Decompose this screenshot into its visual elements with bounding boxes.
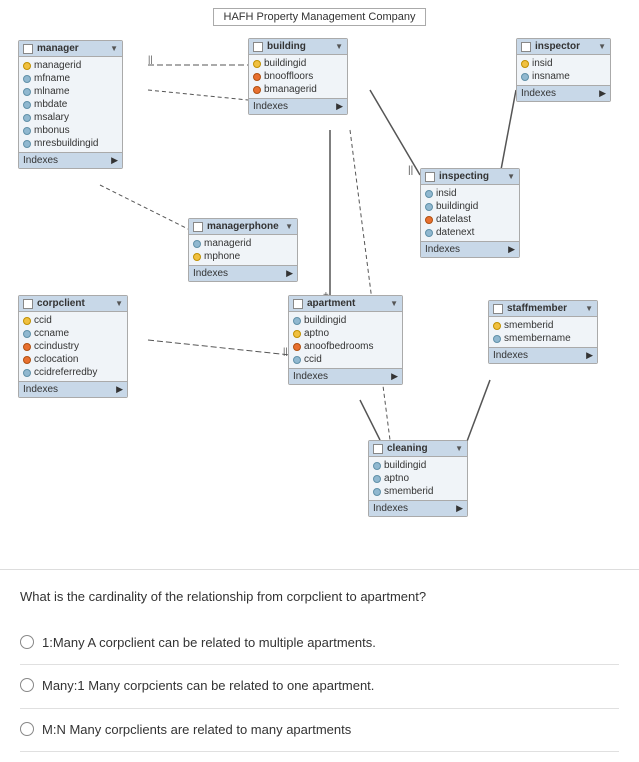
table-manager-footer: Indexes▶	[19, 152, 122, 168]
table-staffmember-label: staffmember	[507, 303, 567, 314]
table-staffmember: staffmember ▼ smemberid smembername Inde…	[488, 300, 598, 364]
diagram-title: HAFH Property Management Company	[213, 8, 427, 26]
table-inspector-header: inspector ▼	[517, 39, 610, 55]
table-apartment-footer: Indexes▶	[289, 368, 402, 384]
table-cleaning-footer: Indexes▶	[369, 500, 467, 516]
table-managerphone-label: managerphone	[207, 221, 279, 232]
table-apartment-label: apartment	[307, 298, 355, 309]
table-cleaning-fields: buildingid aptno smemberid	[369, 457, 467, 500]
svg-text:||: ||	[283, 346, 288, 356]
answer-text-a: 1:Many A corpclient can be related to mu…	[42, 634, 376, 652]
table-manager-label: manager	[37, 43, 79, 54]
table-inspector-label: inspector	[535, 41, 580, 52]
table-inspecting-label: inspecting	[439, 171, 489, 182]
question-area: What is the cardinality of the relations…	[0, 570, 639, 762]
table-apartment: apartment ▼ buildingid aptno anoofbedroo…	[288, 295, 403, 385]
table-staffmember-footer: Indexes▶	[489, 347, 597, 363]
table-building-header: building ▼	[249, 39, 347, 55]
table-inspector: inspector ▼ insid insname Indexes▶	[516, 38, 611, 102]
table-staffmember-header: staffmember ▼	[489, 301, 597, 317]
table-apartment-fields: buildingid aptno anoofbedrooms ccid	[289, 312, 402, 368]
answer-text-c: M:N Many corpclients are related to many…	[42, 721, 351, 739]
table-cleaning-label: cleaning	[387, 443, 428, 454]
answer-option-c[interactable]: M:N Many corpclients are related to many…	[20, 709, 619, 752]
table-building-fields: buildingid bnooffloors bmanagerid	[249, 55, 347, 98]
table-cleaning: cleaning ▼ buildingid aptno smemberid In…	[368, 440, 468, 517]
table-inspecting-header: inspecting ▼	[421, 169, 519, 185]
radio-b[interactable]	[20, 678, 34, 692]
table-apartment-header: apartment ▼	[289, 296, 402, 312]
radio-a[interactable]	[20, 635, 34, 649]
table-manager-fields: managerid mfname mlname mbdate msalary m…	[19, 57, 122, 152]
table-corpclient-fields: ccid ccname ccindustry cclocation ccidre…	[19, 312, 127, 381]
table-inspecting: inspecting ▼ insid buildingid datelast d…	[420, 168, 520, 258]
table-inspecting-fields: insid buildingid datelast datenext	[421, 185, 519, 241]
table-corpclient-footer: Indexes▶	[19, 381, 127, 397]
table-inspector-footer: Indexes▶	[517, 85, 610, 101]
table-staffmember-fields: smemberid smembername	[489, 317, 597, 347]
table-building: building ▼ buildingid bnooffloors bmanag…	[248, 38, 348, 115]
table-inspector-fields: insid insname	[517, 55, 610, 85]
svg-text:||: ||	[148, 54, 153, 64]
table-managerphone-fields: managerid mphone	[189, 235, 297, 265]
table-manager: manager ▼ managerid mfname mlname mbdate…	[18, 40, 123, 169]
table-cleaning-header: cleaning ▼	[369, 441, 467, 457]
table-corpclient: corpclient ▼ ccid ccname ccindustry cclo…	[18, 295, 128, 398]
table-managerphone-footer: Indexes▶	[189, 265, 297, 281]
answer-text-b: Many:1 Many corpcients can be related to…	[42, 677, 374, 695]
table-managerphone: managerphone ▼ managerid mphone Indexes▶	[188, 218, 298, 282]
answer-option-a[interactable]: 1:Many A corpclient can be related to mu…	[20, 622, 619, 665]
diagram-area: HAFH Property Management Company || || +…	[0, 0, 639, 570]
table-managerphone-header: managerphone ▼	[189, 219, 297, 235]
svg-text:||: ||	[408, 165, 413, 176]
question-text: What is the cardinality of the relations…	[20, 588, 619, 606]
radio-c[interactable]	[20, 722, 34, 736]
table-inspecting-footer: Indexes▶	[421, 241, 519, 257]
table-corpclient-header: corpclient ▼	[19, 296, 127, 312]
table-corpclient-label: corpclient	[37, 298, 85, 309]
table-building-label: building	[267, 41, 306, 52]
table-manager-header: manager ▼	[19, 41, 122, 57]
table-building-footer: Indexes▶	[249, 98, 347, 114]
answer-option-b[interactable]: Many:1 Many corpcients can be related to…	[20, 665, 619, 708]
table-icon	[23, 44, 33, 54]
